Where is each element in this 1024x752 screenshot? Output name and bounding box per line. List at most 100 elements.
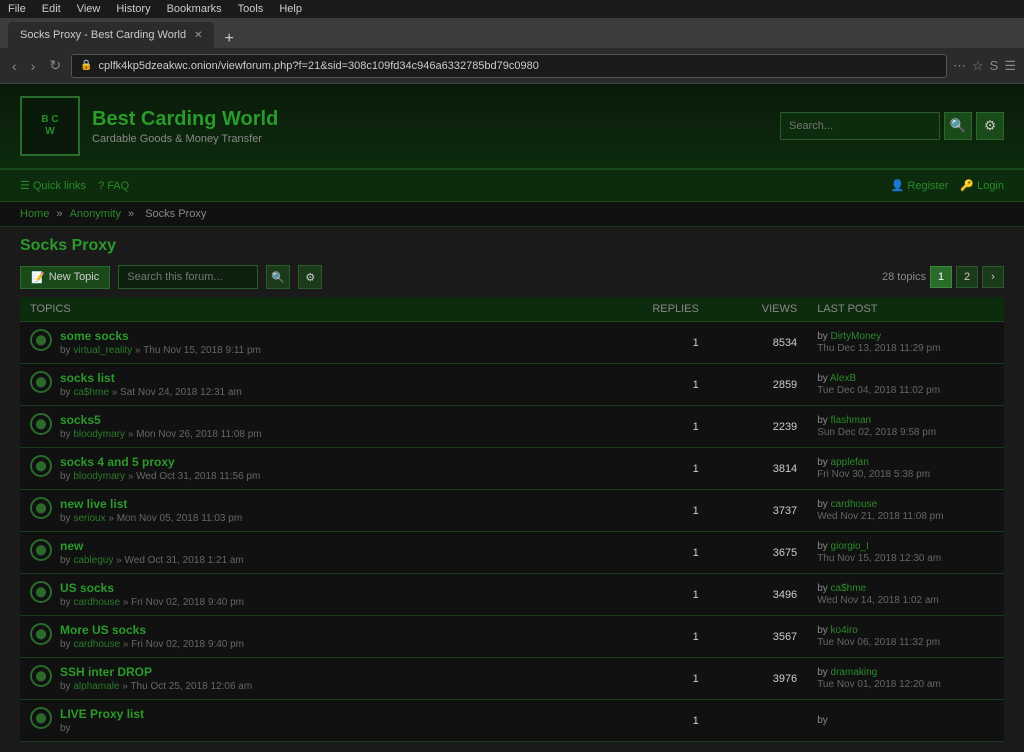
tab-bar: Socks Proxy - Best Carding World ✕ +: [0, 18, 1024, 48]
last-post-date: Sun Dec 02, 2018 9:58 pm: [817, 427, 994, 438]
topic-title-link[interactable]: socks 4 and 5 proxy: [60, 455, 175, 469]
last-post-author-link[interactable]: applefan: [831, 457, 869, 468]
register-icon: 👤: [891, 179, 905, 192]
back-button[interactable]: ‹: [8, 56, 21, 76]
last-post-author-link[interactable]: ko4iro: [831, 625, 858, 636]
register-label: Register: [907, 180, 948, 192]
forum-search-button[interactable]: 🔍: [266, 265, 290, 289]
topic-title-link[interactable]: socks5: [60, 413, 101, 427]
topic-cell: ⬤ some socks by virtual_reality » Thu No…: [20, 322, 610, 364]
last-post-date: Thu Nov 15, 2018 12:30 am: [817, 553, 994, 564]
nav-right: 👤 Register 🔑 Login: [891, 179, 1004, 192]
topic-author-link[interactable]: alphamale: [73, 681, 119, 692]
menu-help[interactable]: Help: [279, 3, 302, 15]
topic-cell: ⬤ new live list by serioux » Mon Nov 05,…: [20, 490, 610, 532]
menu-file[interactable]: File: [8, 3, 26, 15]
page-2-button[interactable]: 2: [956, 266, 978, 288]
topic-author-link[interactable]: cardhouse: [73, 597, 120, 608]
topic-cell: ⬤ SSH inter DROP by alphamale » Thu Oct …: [20, 658, 610, 700]
topic-meta: by ca$hme » Sat Nov 24, 2018 12:31 am: [60, 387, 242, 398]
views-cell: 2239: [709, 406, 807, 448]
faq-icon: ?: [98, 180, 104, 192]
new-topic-button[interactable]: 📝 New Topic: [20, 266, 110, 289]
topic-author-link[interactable]: ca$hme: [73, 387, 109, 398]
topic-author-link[interactable]: cardhouse: [73, 639, 120, 650]
last-post-author-link[interactable]: cardhouse: [831, 499, 878, 510]
topic-title-link[interactable]: LIVE Proxy list: [60, 707, 144, 721]
site-title: Best Carding World: [92, 108, 278, 131]
topic-author-link[interactable]: cableguy: [73, 555, 113, 566]
breadcrumb-home[interactable]: Home: [20, 208, 49, 220]
topics-table: TOPICS REPLIES VIEWS LAST POST ⬤ some so…: [20, 297, 1004, 742]
topic-meta: by virtual_reality » Thu Nov 15, 2018 9:…: [60, 345, 261, 356]
menu-edit[interactable]: Edit: [42, 3, 61, 15]
views-cell: 2859: [709, 364, 807, 406]
topic-meta: by bloodymary » Wed Oct 31, 2018 11:56 p…: [60, 471, 260, 482]
last-post-author-link[interactable]: giorgio_I: [831, 541, 869, 552]
menu-bookmarks[interactable]: Bookmarks: [167, 3, 222, 15]
bookmark-button[interactable]: ☆: [972, 58, 984, 74]
last-post-author-link[interactable]: ca$hme: [831, 583, 867, 594]
forum-search-input[interactable]: [118, 265, 258, 289]
topic-title-link[interactable]: new: [60, 539, 83, 553]
forward-button[interactable]: ›: [27, 56, 40, 76]
topic-author-link[interactable]: bloodymary: [73, 471, 125, 482]
header-settings-button[interactable]: ⚙: [976, 112, 1004, 140]
last-post-author-link[interactable]: AlexB: [830, 373, 856, 384]
topic-author-link[interactable]: bloodymary: [73, 429, 125, 440]
next-page-button[interactable]: ›: [982, 266, 1004, 288]
replies-cell: 1: [610, 700, 708, 742]
table-row: ⬤ socks list by ca$hme » Sat Nov 24, 201…: [20, 364, 1004, 406]
reload-button[interactable]: ↻: [45, 55, 65, 76]
quick-links-button[interactable]: ☰ Quick links: [20, 179, 86, 192]
forum-sort-button[interactable]: ⚙: [298, 265, 322, 289]
menu-history[interactable]: History: [116, 3, 150, 15]
topic-title-link[interactable]: new live list: [60, 497, 127, 511]
topic-cell: ⬤ socks 4 and 5 proxy by bloodymary » We…: [20, 448, 610, 490]
login-link[interactable]: 🔑 Login: [960, 179, 1004, 192]
breadcrumb-anonymity[interactable]: Anonymity: [70, 208, 121, 220]
topic-cell: ⬤ socks5 by bloodymary » Mon Nov 26, 201…: [20, 406, 610, 448]
col-topics: TOPICS: [20, 297, 610, 322]
menu-button[interactable]: ☰: [1004, 58, 1016, 74]
views-cell: 3567: [709, 616, 807, 658]
url-input[interactable]: 🔒 cplfk4kp5dzeakwc.onion/viewforum.php?f…: [71, 54, 947, 78]
extensions-button[interactable]: ⋯: [953, 58, 966, 74]
last-post-author-link[interactable]: DirtyMoney: [831, 331, 882, 342]
replies-cell: 1: [610, 322, 708, 364]
topic-title-link[interactable]: More US socks: [60, 623, 146, 637]
last-post-cell: by DirtyMoney Thu Dec 13, 2018 11:29 pm: [807, 322, 1004, 364]
login-icon: 🔑: [960, 179, 974, 192]
active-tab[interactable]: Socks Proxy - Best Carding World ✕: [8, 22, 214, 48]
topic-title-link[interactable]: US socks: [60, 581, 114, 595]
topic-author-link[interactable]: serioux: [73, 513, 105, 524]
views-cell: 3737: [709, 490, 807, 532]
last-post-date: Fri Nov 30, 2018 5:38 pm: [817, 469, 994, 480]
topic-meta: by serioux » Mon Nov 05, 2018 11:03 pm: [60, 513, 242, 524]
register-link[interactable]: 👤 Register: [891, 179, 949, 192]
page-1-button[interactable]: 1: [930, 266, 952, 288]
replies-cell: 1: [610, 574, 708, 616]
topic-meta: by: [60, 723, 144, 734]
header-search-button[interactable]: 🔍: [944, 112, 972, 140]
menu-tools[interactable]: Tools: [238, 3, 264, 15]
menu-view[interactable]: View: [77, 3, 101, 15]
last-post-author-link[interactable]: flashman: [831, 415, 872, 426]
topic-title-link[interactable]: SSH inter DROP: [60, 665, 152, 679]
sync-button[interactable]: S: [990, 58, 999, 73]
replies-cell: 1: [610, 532, 708, 574]
topic-title-link[interactable]: socks list: [60, 371, 115, 385]
tab-title: Socks Proxy - Best Carding World: [20, 29, 186, 41]
faq-link[interactable]: ? FAQ: [98, 180, 129, 192]
topic-title-link[interactable]: some socks: [60, 329, 129, 343]
tab-close-button[interactable]: ✕: [194, 30, 202, 41]
new-tab-button[interactable]: +: [218, 30, 239, 48]
topic-author-link[interactable]: virtual_reality: [73, 345, 132, 356]
table-row: ⬤ LIVE Proxy list by 1 by: [20, 700, 1004, 742]
last-post-cell: by ko4iro Tue Nov 06, 2018 11:32 pm: [807, 616, 1004, 658]
last-post-author-link[interactable]: dramaking: [831, 667, 878, 678]
breadcrumb-sep2: »: [128, 208, 137, 220]
last-post-date: Tue Dec 04, 2018 11:02 pm: [817, 385, 994, 396]
header-search-input[interactable]: [780, 112, 940, 140]
topic-icon: ⬤: [30, 623, 52, 645]
